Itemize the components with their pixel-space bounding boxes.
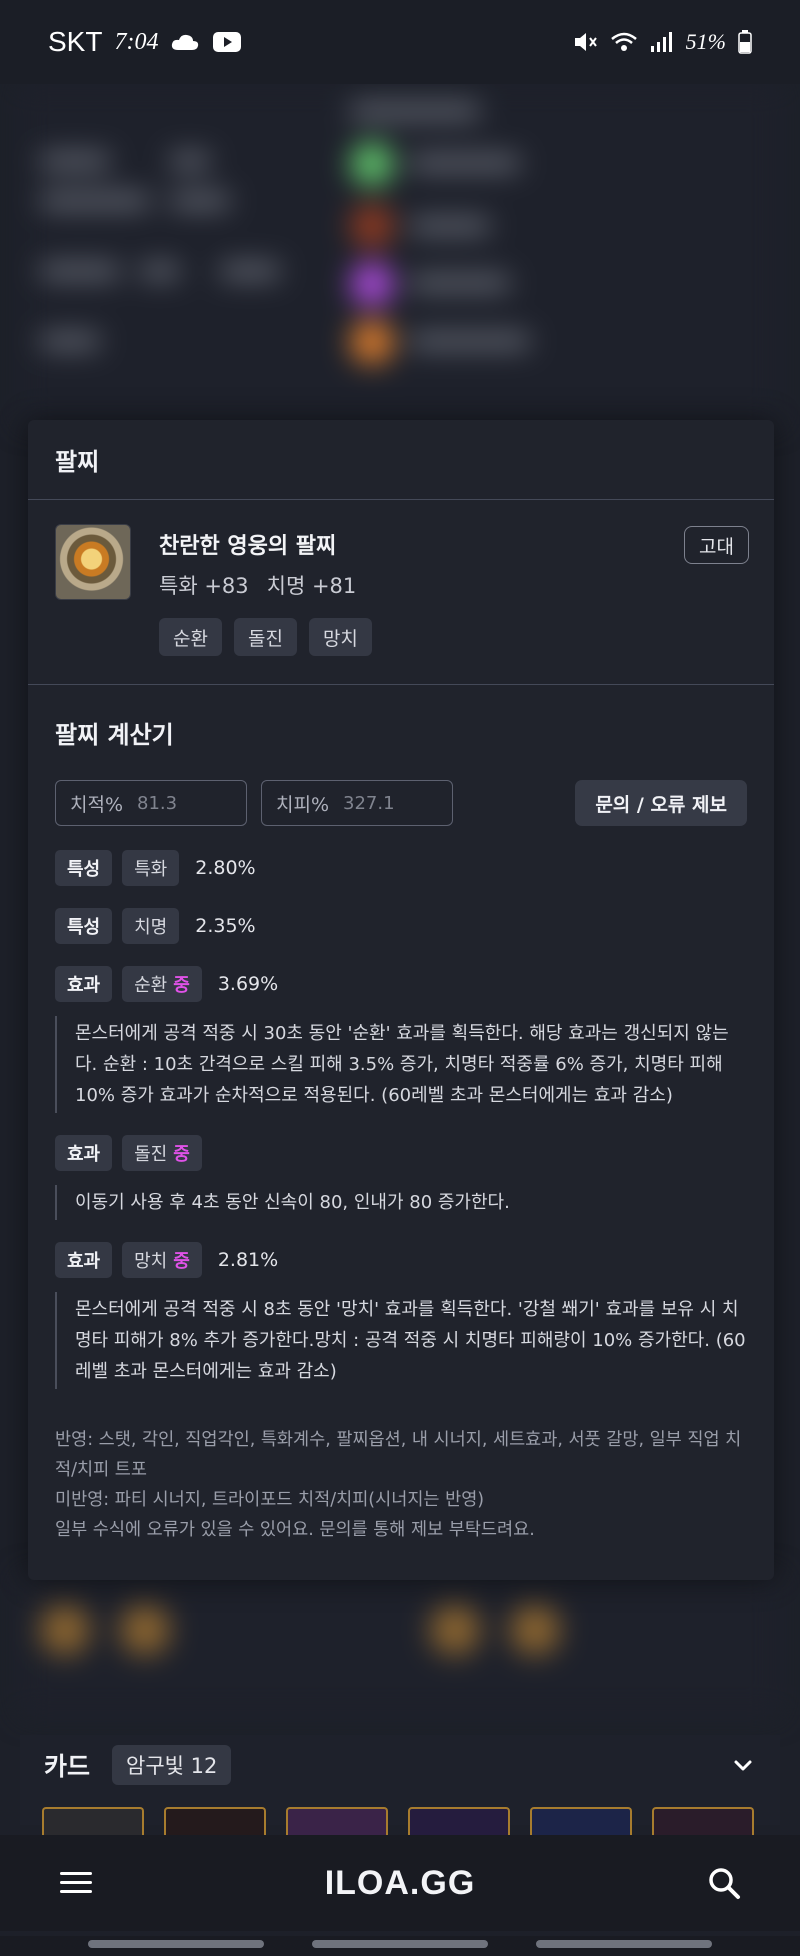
crit-rate-input[interactable]: 치적% 81.3 — [55, 780, 247, 826]
effect-tag: 돌진 — [233, 618, 297, 656]
grade-badge: 고대 — [684, 526, 749, 564]
card-header[interactable]: 카드 암구빛 12 — [20, 1735, 780, 1795]
effect-description: 이동기 사용 후 4초 동안 신속이 80, 인내가 80 증가한다. — [55, 1185, 747, 1220]
gesture-pill — [536, 1940, 712, 1948]
item-name: 찬란한 영웅의 팔찌 — [159, 534, 337, 559]
effect-type: 효과 — [55, 966, 113, 1002]
effect-name: 망치 — [134, 1251, 168, 1272]
trait-name: 치명 — [134, 917, 168, 938]
effect-row: 효과 망치 중 2.81% — [55, 1242, 747, 1278]
crit-damage-value: 327.1 — [343, 792, 395, 814]
card-section: 카드 암구빛 12 — [20, 1735, 780, 1847]
effect-name: 순환 — [134, 975, 168, 996]
effect-tag: 망치 — [308, 618, 372, 656]
panel-title: 팔찌 — [28, 420, 774, 500]
bracelet-calculator: 팔찌 계산기 치적% 81.3 치피% 327.1 문의 / 오류 제보 특성 … — [28, 685, 774, 1545]
item-stat-crit: 치명 +81 — [266, 574, 357, 598]
effect-value: 3.69% — [217, 973, 279, 995]
effect-tier: 중 — [173, 1251, 190, 1272]
menu-icon[interactable] — [58, 1868, 94, 1898]
clock: 7:04 — [114, 28, 159, 55]
blurred-background — [20, 84, 780, 424]
trait-row: 특성 특화 2.80% — [55, 850, 747, 886]
bottom-nav: ILOA.GG — [0, 1835, 800, 1931]
effect-description: 몬스터에게 공격 적중 시 8초 동안 '망치' 효과를 획득한다. '강철 쐐… — [55, 1292, 747, 1389]
crit-rate-label: 치적% — [70, 793, 124, 816]
effect-name: 돌진 — [134, 1144, 168, 1165]
battery-icon — [738, 30, 752, 54]
trait-row: 특성 치명 2.35% — [55, 908, 747, 944]
note-disclaimer: 일부 수식에 오류가 있을 수 있어요. 문의를 통해 제보 부탁드려요. — [55, 1520, 535, 1540]
trait-name-chip: 특화 — [122, 850, 180, 886]
note-reflected: 반영: 스탯, 각인, 직업각인, 특화계수, 팔찌옵션, 내 시너지, 세트효… — [55, 1430, 742, 1480]
youtube-icon — [213, 32, 242, 52]
effect-name-chip: 순환 중 — [122, 966, 202, 1002]
effect-tier: 중 — [173, 1144, 190, 1165]
trait-value: 2.80% — [195, 857, 256, 879]
card-set-badge: 암구빛 12 — [112, 1745, 232, 1785]
wifi-icon — [610, 32, 637, 51]
effect-description: 몬스터에게 공격 적중 시 30초 동안 '순환' 효과를 획득한다. 해당 효… — [55, 1016, 747, 1113]
trait-name: 특화 — [134, 859, 168, 880]
site-logo[interactable]: ILOA.GG — [325, 1864, 476, 1903]
trait-type: 특성 — [55, 908, 113, 944]
status-bar: SKT 7:04 51% — [0, 0, 800, 84]
trait-name-chip: 치명 — [122, 908, 180, 944]
blurred-background-lower — [20, 1575, 780, 1715]
mute-icon — [574, 33, 597, 51]
effect-type: 효과 — [55, 1135, 113, 1171]
bracelet-item: 찬란한 영웅의 팔찌 특화 +83 치명 +81 순환 돌진 망치 고대 — [28, 500, 774, 685]
report-button[interactable]: 문의 / 오류 제보 — [575, 780, 747, 826]
note-not-reflected: 미반영: 파티 시너지, 트라이포드 치적/치피(시너지는 반영) — [55, 1490, 485, 1510]
signal-icon — [650, 32, 672, 52]
carrier-label: SKT — [48, 26, 103, 57]
effect-name-chip: 돌진 중 — [122, 1135, 202, 1171]
calculator-notes: 반영: 스탯, 각인, 직업각인, 특화계수, 팔찌옵션, 내 시너지, 세트효… — [55, 1425, 747, 1545]
gesture-pill — [88, 1940, 264, 1948]
effect-row: 효과 순환 중 3.69% — [55, 966, 747, 1002]
search-icon[interactable] — [706, 1865, 742, 1901]
chevron-down-icon[interactable] — [730, 1752, 756, 1778]
crit-damage-input[interactable]: 치피% 327.1 — [261, 780, 453, 826]
bracelet-icon — [55, 524, 131, 600]
item-stat-specialization: 특화 +83 — [159, 574, 249, 598]
crit-rate-value: 81.3 — [137, 792, 178, 814]
effect-type: 효과 — [55, 1242, 113, 1278]
trait-value: 2.35% — [195, 915, 256, 937]
gesture-pill — [312, 1940, 488, 1948]
effect-name-chip: 망치 중 — [122, 1242, 202, 1278]
card-title: 카드 — [44, 1752, 91, 1781]
battery-percent: 51% — [685, 29, 726, 54]
calculator-title: 팔찌 계산기 — [55, 721, 174, 749]
gesture-bar — [0, 1936, 800, 1956]
effect-tier: 중 — [173, 975, 190, 996]
trait-type: 특성 — [55, 850, 113, 886]
effect-value: 2.81% — [217, 1249, 279, 1271]
effect-tag: 순환 — [159, 618, 222, 656]
effect-row: 효과 돌진 중 — [55, 1135, 747, 1171]
cloud-icon — [172, 34, 199, 50]
bracelet-panel: 팔찌 찬란한 영웅의 팔찌 특화 +83 치명 +81 순환 돌진 망치 고대 … — [28, 420, 774, 1580]
crit-damage-label: 치피% — [276, 793, 330, 816]
